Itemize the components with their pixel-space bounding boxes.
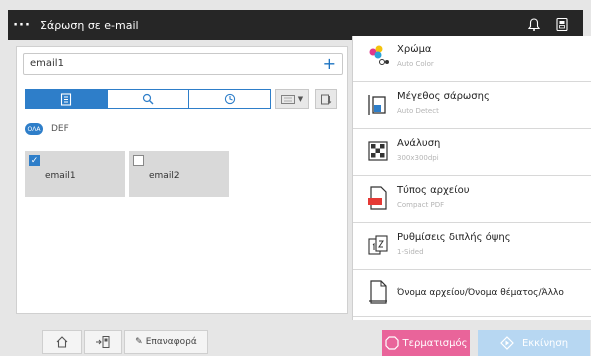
start-button[interactable]: Εκκίνηση — [478, 330, 590, 356]
duplex-icon — [368, 235, 388, 255]
setting-value: 1-Sided — [397, 248, 424, 256]
menu-button[interactable]: ··· — [8, 10, 36, 40]
destination-label: email2 — [149, 171, 180, 181]
setting-color[interactable]: Χρώμα Auto Color — [353, 36, 591, 82]
file-type-icon — [368, 186, 387, 210]
scan-size-icon — [368, 95, 386, 115]
bell-icon[interactable] — [525, 16, 543, 34]
home-icon — [56, 336, 68, 348]
home-button[interactable] — [42, 330, 82, 354]
job-list-icon — [96, 336, 110, 348]
settings-panel: Χρώμα Auto Color Μέγεθος σάρωσης Auto De… — [352, 36, 591, 320]
setting-title: Μέγεθος σάρωσης — [397, 91, 490, 102]
destination-label: email1 — [45, 171, 76, 181]
address-book-icon — [61, 92, 72, 106]
all-filter-pill[interactable]: ΟΛΑ — [25, 123, 43, 135]
setting-title: Ρυθμίσεις διπλής όψης — [397, 232, 511, 243]
destination-item[interactable]: email2 — [129, 151, 229, 197]
bottom-bar: ✎ Επαναφορά Τερματισμός Εκκίνηση — [0, 324, 591, 356]
setting-scan-size[interactable]: Μέγεθος σάρωσης Auto Detect — [353, 83, 591, 129]
add-address-button[interactable]: + — [323, 54, 336, 74]
reset-label: Επαναφορά — [145, 337, 197, 347]
reset-icon: ✎ — [135, 337, 143, 347]
setting-value: Compact PDF — [397, 201, 445, 209]
network-icon[interactable] — [553, 16, 571, 34]
keyboard-icon — [280, 94, 295, 104]
address-field[interactable]: email1 + — [23, 53, 343, 75]
index-select-button[interactable]: ▼ — [275, 89, 309, 109]
sort-icon — [321, 94, 332, 105]
tab-search[interactable] — [106, 90, 189, 108]
color-icon — [369, 45, 389, 65]
tab-address-book[interactable] — [26, 90, 107, 108]
stop-icon — [384, 336, 399, 350]
start-label: Εκκίνηση — [521, 337, 569, 349]
filename-icon — [369, 280, 387, 304]
destination-panel: email1 + ▼ ΟΛΑ DEF ✓ email1 email2 — [16, 46, 348, 314]
setting-file-type[interactable]: Τύπος αρχείου Compact PDF — [353, 177, 591, 223]
setting-value: 300x300dpi — [397, 154, 439, 162]
checkbox-icon — [133, 155, 144, 166]
chevron-down-icon: ▼ — [297, 95, 304, 103]
checkbox-checked-icon: ✓ — [29, 155, 40, 166]
setting-title: Τύπος αρχείου — [397, 185, 470, 196]
sort-button[interactable] — [315, 89, 337, 109]
filter-label[interactable]: DEF — [51, 124, 69, 134]
start-icon — [500, 336, 514, 350]
setting-duplex[interactable]: Ρυθμίσεις διπλής όψης 1-Sided — [353, 224, 591, 270]
setting-filename[interactable]: Όνομα αρχείου/Όνομα θέματος/Άλλο — [353, 271, 591, 317]
job-list-button[interactable] — [84, 330, 122, 354]
address-value: email1 — [30, 58, 64, 69]
tab-history[interactable] — [188, 90, 271, 108]
destination-item[interactable]: ✓ email1 — [25, 151, 125, 197]
setting-title: Χρώμα — [397, 44, 432, 55]
stop-label: Τερματισμός — [402, 337, 468, 349]
index-filter: ΟΛΑ DEF — [25, 123, 69, 135]
history-icon — [224, 93, 235, 105]
search-icon — [142, 93, 154, 105]
setting-value: Auto Color — [397, 60, 434, 68]
resolution-icon — [368, 141, 388, 161]
setting-resolution[interactable]: Ανάλυση 300x300dpi — [353, 130, 591, 176]
setting-title: Ανάλυση — [397, 138, 441, 149]
stop-button[interactable]: Τερματισμός — [382, 330, 470, 356]
page-title: Σάρωση σε e-mail — [40, 18, 139, 32]
reset-button[interactable]: ✎ Επαναφορά — [124, 330, 208, 354]
destination-tabs — [25, 89, 271, 109]
setting-title: Όνομα αρχείου/Όνομα θέματος/Άλλο — [397, 288, 564, 298]
setting-value: Auto Detect — [397, 107, 439, 115]
